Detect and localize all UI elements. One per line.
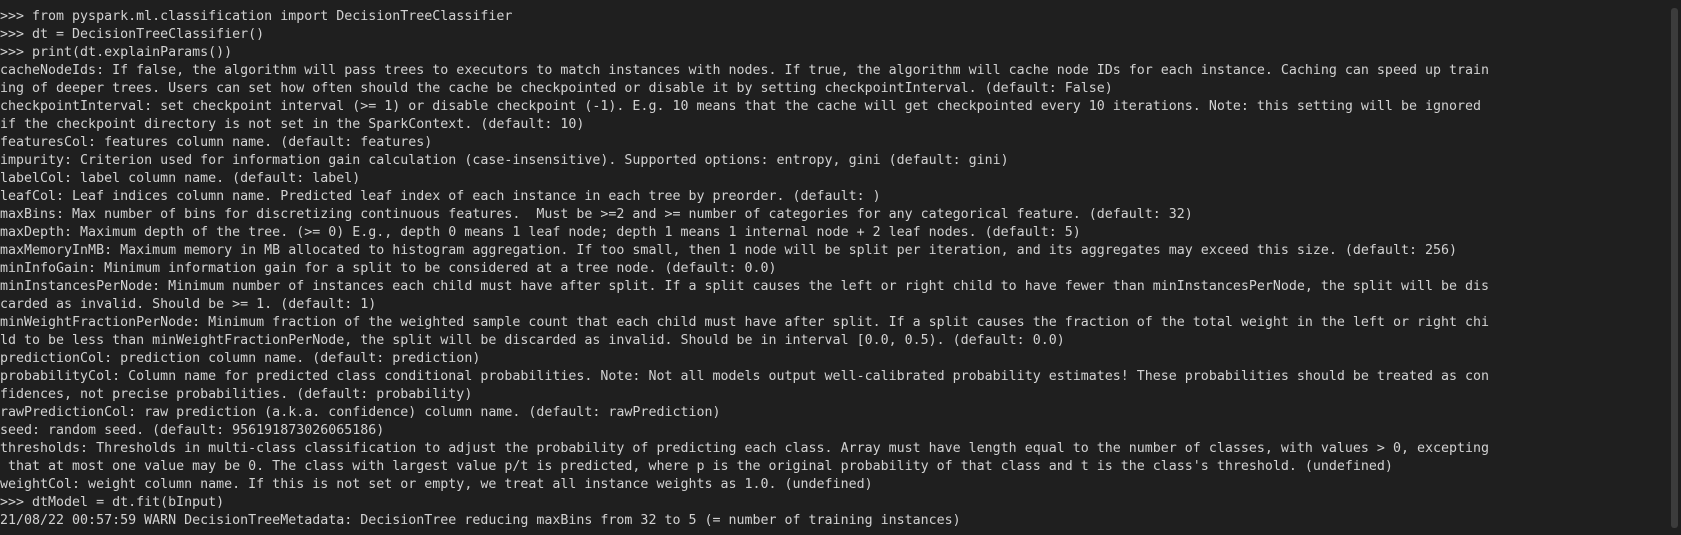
- terminal-line: if the checkpoint directory is not set i…: [0, 117, 585, 132]
- terminal-line: fidences, not precise probabilities. (de…: [0, 387, 473, 402]
- terminal-line: ld to be less than minWeightFractionPerN…: [0, 333, 1065, 348]
- terminal-output: >>> from pyspark.ml.classification impor…: [0, 8, 1668, 530]
- scrollbar-thumb[interactable]: [1671, 8, 1678, 528]
- terminal-line: maxMemoryInMB: Maximum memory in MB allo…: [0, 243, 1457, 258]
- terminal-line: rawPredictionCol: raw prediction (a.k.a.…: [0, 405, 721, 420]
- terminal-line: probabilityCol: Column name for predicte…: [0, 369, 1490, 384]
- terminal-line: minInfoGain: Minimum information gain fo…: [0, 261, 777, 276]
- terminal-line: minInstancesPerNode: Minimum number of i…: [0, 279, 1490, 294]
- terminal-line: predictionCol: prediction column name. (…: [0, 351, 481, 366]
- terminal-line: maxDepth: Maximum depth of the tree. (>=…: [0, 225, 1081, 240]
- terminal-line: maxBins: Max number of bins for discreti…: [0, 207, 1193, 222]
- terminal-line: >>> print(dt.explainParams()): [0, 45, 233, 60]
- terminal-line: leafCol: Leaf indices column name. Predi…: [0, 189, 881, 204]
- terminal-line: impurity: Criterion used for information…: [0, 153, 1009, 168]
- terminal-line: >>> dt = DecisionTreeClassifier(): [0, 27, 265, 42]
- vertical-scrollbar[interactable]: [1668, 0, 1681, 535]
- terminal-line: labelCol: label column name. (default: l…: [0, 171, 361, 186]
- terminal-window[interactable]: >>> from pyspark.ml.classification impor…: [0, 0, 1681, 535]
- terminal-line: ing of deeper trees. Users can set how o…: [0, 81, 1113, 96]
- terminal-line: weightCol: weight column name. If this i…: [0, 477, 873, 492]
- terminal-line: carded as invalid. Should be >= 1. (defa…: [0, 297, 377, 312]
- terminal-line: >>> from pyspark.ml.classification impor…: [0, 9, 513, 24]
- terminal-line: seed: random seed. (default: 95619187302…: [0, 423, 385, 438]
- terminal-line: checkpointInterval: set checkpoint inter…: [0, 99, 1481, 114]
- terminal-line: >>> dtModel = dt.fit(bInput): [0, 495, 225, 510]
- terminal-line: minWeightFractionPerNode: Minimum fracti…: [0, 315, 1490, 330]
- terminal-line: thresholds: Thresholds in multi-class cl…: [0, 441, 1490, 456]
- terminal-line: cacheNodeIds: If false, the algorithm wi…: [0, 63, 1490, 78]
- terminal-line: featuresCol: features column name. (defa…: [0, 135, 433, 150]
- terminal-line: 21/08/22 00:57:59 WARN DecisionTreeMetad…: [0, 513, 961, 528]
- terminal-line: that at most one value may be 0. The cla…: [0, 459, 1393, 474]
